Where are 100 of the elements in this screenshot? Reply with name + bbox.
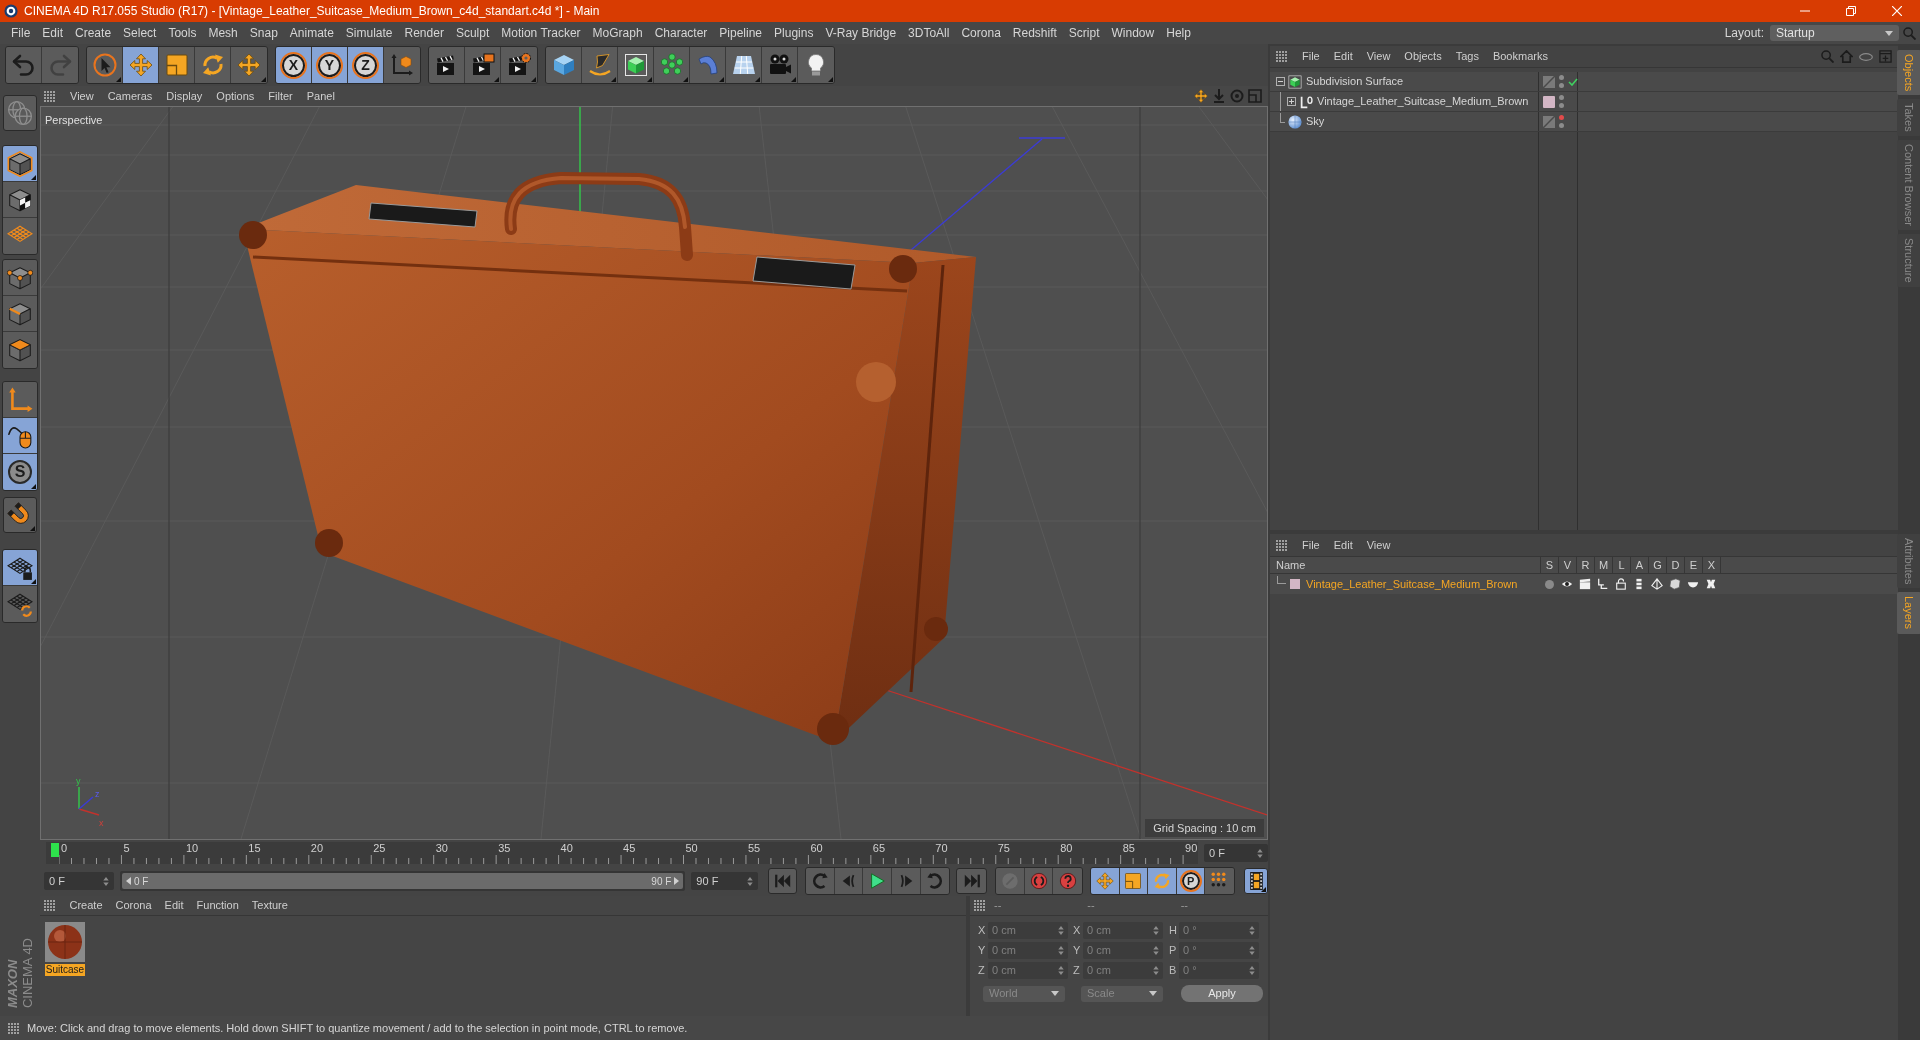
- column-header[interactable]: G: [1648, 557, 1666, 573]
- cloner-button[interactable]: [654, 47, 690, 83]
- column-header[interactable]: V: [1558, 557, 1576, 573]
- undo-button[interactable]: [6, 47, 42, 83]
- column-header[interactable]: L: [1612, 557, 1630, 573]
- column-header[interactable]: S: [1540, 557, 1558, 573]
- menu-item[interactable]: Mesh: [202, 24, 244, 42]
- go-to-end-button[interactable]: [956, 868, 988, 894]
- polygons-mode-button[interactable]: [3, 332, 37, 368]
- menu-item[interactable]: Pipeline: [713, 24, 769, 42]
- layer-menu-item[interactable]: Edit: [1326, 536, 1360, 554]
- menu-item[interactable]: Script: [1062, 24, 1106, 42]
- timeline-window-button[interactable]: [1244, 868, 1268, 894]
- viewport-menu-item[interactable]: Filter: [261, 87, 300, 105]
- menu-item[interactable]: Motion Tracker: [495, 24, 587, 42]
- move-tool-button[interactable]: [123, 47, 159, 83]
- viewport-menu-item[interactable]: Cameras: [100, 87, 160, 105]
- points-mode-button[interactable]: [3, 260, 37, 296]
- column-header[interactable]: M: [1594, 557, 1612, 573]
- object-menu-item[interactable]: Tags: [1448, 48, 1486, 65]
- menu-item[interactable]: Snap: [243, 24, 284, 42]
- live-selection-button[interactable]: [87, 47, 123, 83]
- subdivision-surface-button[interactable]: [618, 47, 654, 83]
- object-menu-item[interactable]: Bookmarks: [1485, 48, 1555, 65]
- panel-tab[interactable]: Layers: [1897, 592, 1920, 634]
- timeline-ruler[interactable]: 0 5 10 15 20 25 30 35 40 45 50 55 60 65 70 75 80 85 90: [46, 842, 1199, 864]
- menu-item[interactable]: Animate: [283, 24, 340, 42]
- render-view-button[interactable]: [429, 47, 465, 83]
- key-rotation-button[interactable]: [1148, 868, 1177, 894]
- menu-item[interactable]: 3DToAll: [902, 24, 956, 42]
- axis-lock-button[interactable]: X: [276, 47, 312, 83]
- object-row[interactable]: Subdivision Surface: [1270, 72, 1898, 92]
- transform-tool-button[interactable]: [231, 47, 267, 83]
- column-header[interactable]: E: [1684, 557, 1702, 573]
- start-frame-field[interactable]: 0 F: [44, 872, 114, 890]
- key-position-button[interactable]: [1091, 868, 1120, 894]
- axis-lock-button[interactable]: Z: [348, 47, 384, 83]
- viewport-menu-item[interactable]: Panel: [299, 87, 342, 105]
- viewport-menu-item[interactable]: Display: [159, 87, 210, 105]
- column-header[interactable]: X: [1702, 557, 1720, 573]
- key-scale-button[interactable]: [1119, 868, 1149, 894]
- menu-item[interactable]: Plugins: [768, 24, 820, 42]
- menu-item[interactable]: V-Ray Bridge: [819, 24, 903, 42]
- panel-tab[interactable]: Objects: [1897, 50, 1920, 96]
- axis-mode-button[interactable]: [3, 382, 37, 418]
- model-mode-button[interactable]: [3, 146, 37, 182]
- layer-menu-item[interactable]: View: [1359, 536, 1398, 554]
- magnet-button[interactable]: [3, 497, 37, 533]
- column-header[interactable]: D: [1666, 557, 1684, 573]
- perspective-viewport[interactable]: Perspective y z x Grid Spacing : 10 cm: [40, 106, 1268, 840]
- menu-item[interactable]: MoGraph: [586, 24, 649, 42]
- viewport-menu-item[interactable]: View: [63, 87, 101, 105]
- key-parameter-button[interactable]: P: [1176, 868, 1206, 894]
- object-row[interactable]: Vintage_Leather_Suitcase_Medium_Brown: [1270, 92, 1898, 112]
- menu-item[interactable]: File: [5, 24, 37, 42]
- snap-button[interactable]: S: [3, 454, 37, 490]
- menu-item[interactable]: Simulate: [339, 24, 399, 42]
- play-button[interactable]: [863, 868, 893, 894]
- rotate-tool-button[interactable]: [195, 47, 231, 83]
- frame-range-bar[interactable]: 0 F 90 F: [121, 873, 684, 889]
- object-menu-item[interactable]: Objects: [1397, 48, 1449, 65]
- column-header[interactable]: R: [1576, 557, 1594, 573]
- material-menu-item[interactable]: Edit: [158, 897, 191, 914]
- next-key-button[interactable]: [920, 868, 950, 894]
- object-menu-item[interactable]: Edit: [1326, 48, 1360, 65]
- render-settings-button[interactable]: [501, 47, 537, 83]
- pen-button[interactable]: [582, 47, 618, 83]
- material-menu-item[interactable]: Texture: [245, 897, 295, 914]
- layer-menu-item[interactable]: File: [1295, 536, 1327, 554]
- record-button[interactable]: [1024, 868, 1054, 894]
- menu-item[interactable]: Redshift: [1006, 24, 1063, 42]
- object-menu-item[interactable]: File: [1295, 48, 1327, 65]
- object-row[interactable]: Sky: [1270, 112, 1898, 132]
- menu-item[interactable]: Help: [1160, 24, 1197, 42]
- layout-dropdown[interactable]: Startup: [1770, 25, 1899, 41]
- texture-mode-button[interactable]: [3, 182, 37, 218]
- autokey-button[interactable]: [1053, 868, 1083, 894]
- scale-tool-button[interactable]: [159, 47, 195, 83]
- viewport-menu-item[interactable]: Options: [209, 87, 262, 105]
- material-menu-item[interactable]: Create: [63, 897, 110, 914]
- material-menu-item[interactable]: Corona: [109, 897, 159, 914]
- column-header[interactable]: Name: [1270, 556, 1540, 574]
- current-frame-field[interactable]: 0 F: [1204, 844, 1268, 862]
- layer-row[interactable]: Vintage_Leather_Suitcase_Medium_Brown: [1270, 574, 1898, 594]
- playhead-marker[interactable]: [51, 843, 59, 857]
- planar-workplane-button[interactable]: [3, 586, 37, 622]
- end-frame-field[interactable]: 90 F: [691, 872, 759, 890]
- apply-button[interactable]: Apply: [1181, 985, 1263, 1002]
- render-to-picture-viewer-button[interactable]: [465, 47, 501, 83]
- light-button[interactable]: [798, 47, 834, 83]
- menu-item[interactable]: Window: [1105, 24, 1161, 42]
- menu-item[interactable]: Character: [648, 24, 714, 42]
- column-header[interactable]: A: [1630, 557, 1648, 573]
- menu-item[interactable]: Tools: [162, 24, 203, 42]
- material-menu-item[interactable]: Function: [190, 897, 246, 914]
- menu-item[interactable]: Select: [117, 24, 163, 42]
- previous-key-button[interactable]: [806, 868, 835, 894]
- menu-item[interactable]: Corona: [955, 24, 1007, 42]
- menu-item[interactable]: Create: [69, 24, 118, 42]
- edges-mode-button[interactable]: [3, 296, 37, 332]
